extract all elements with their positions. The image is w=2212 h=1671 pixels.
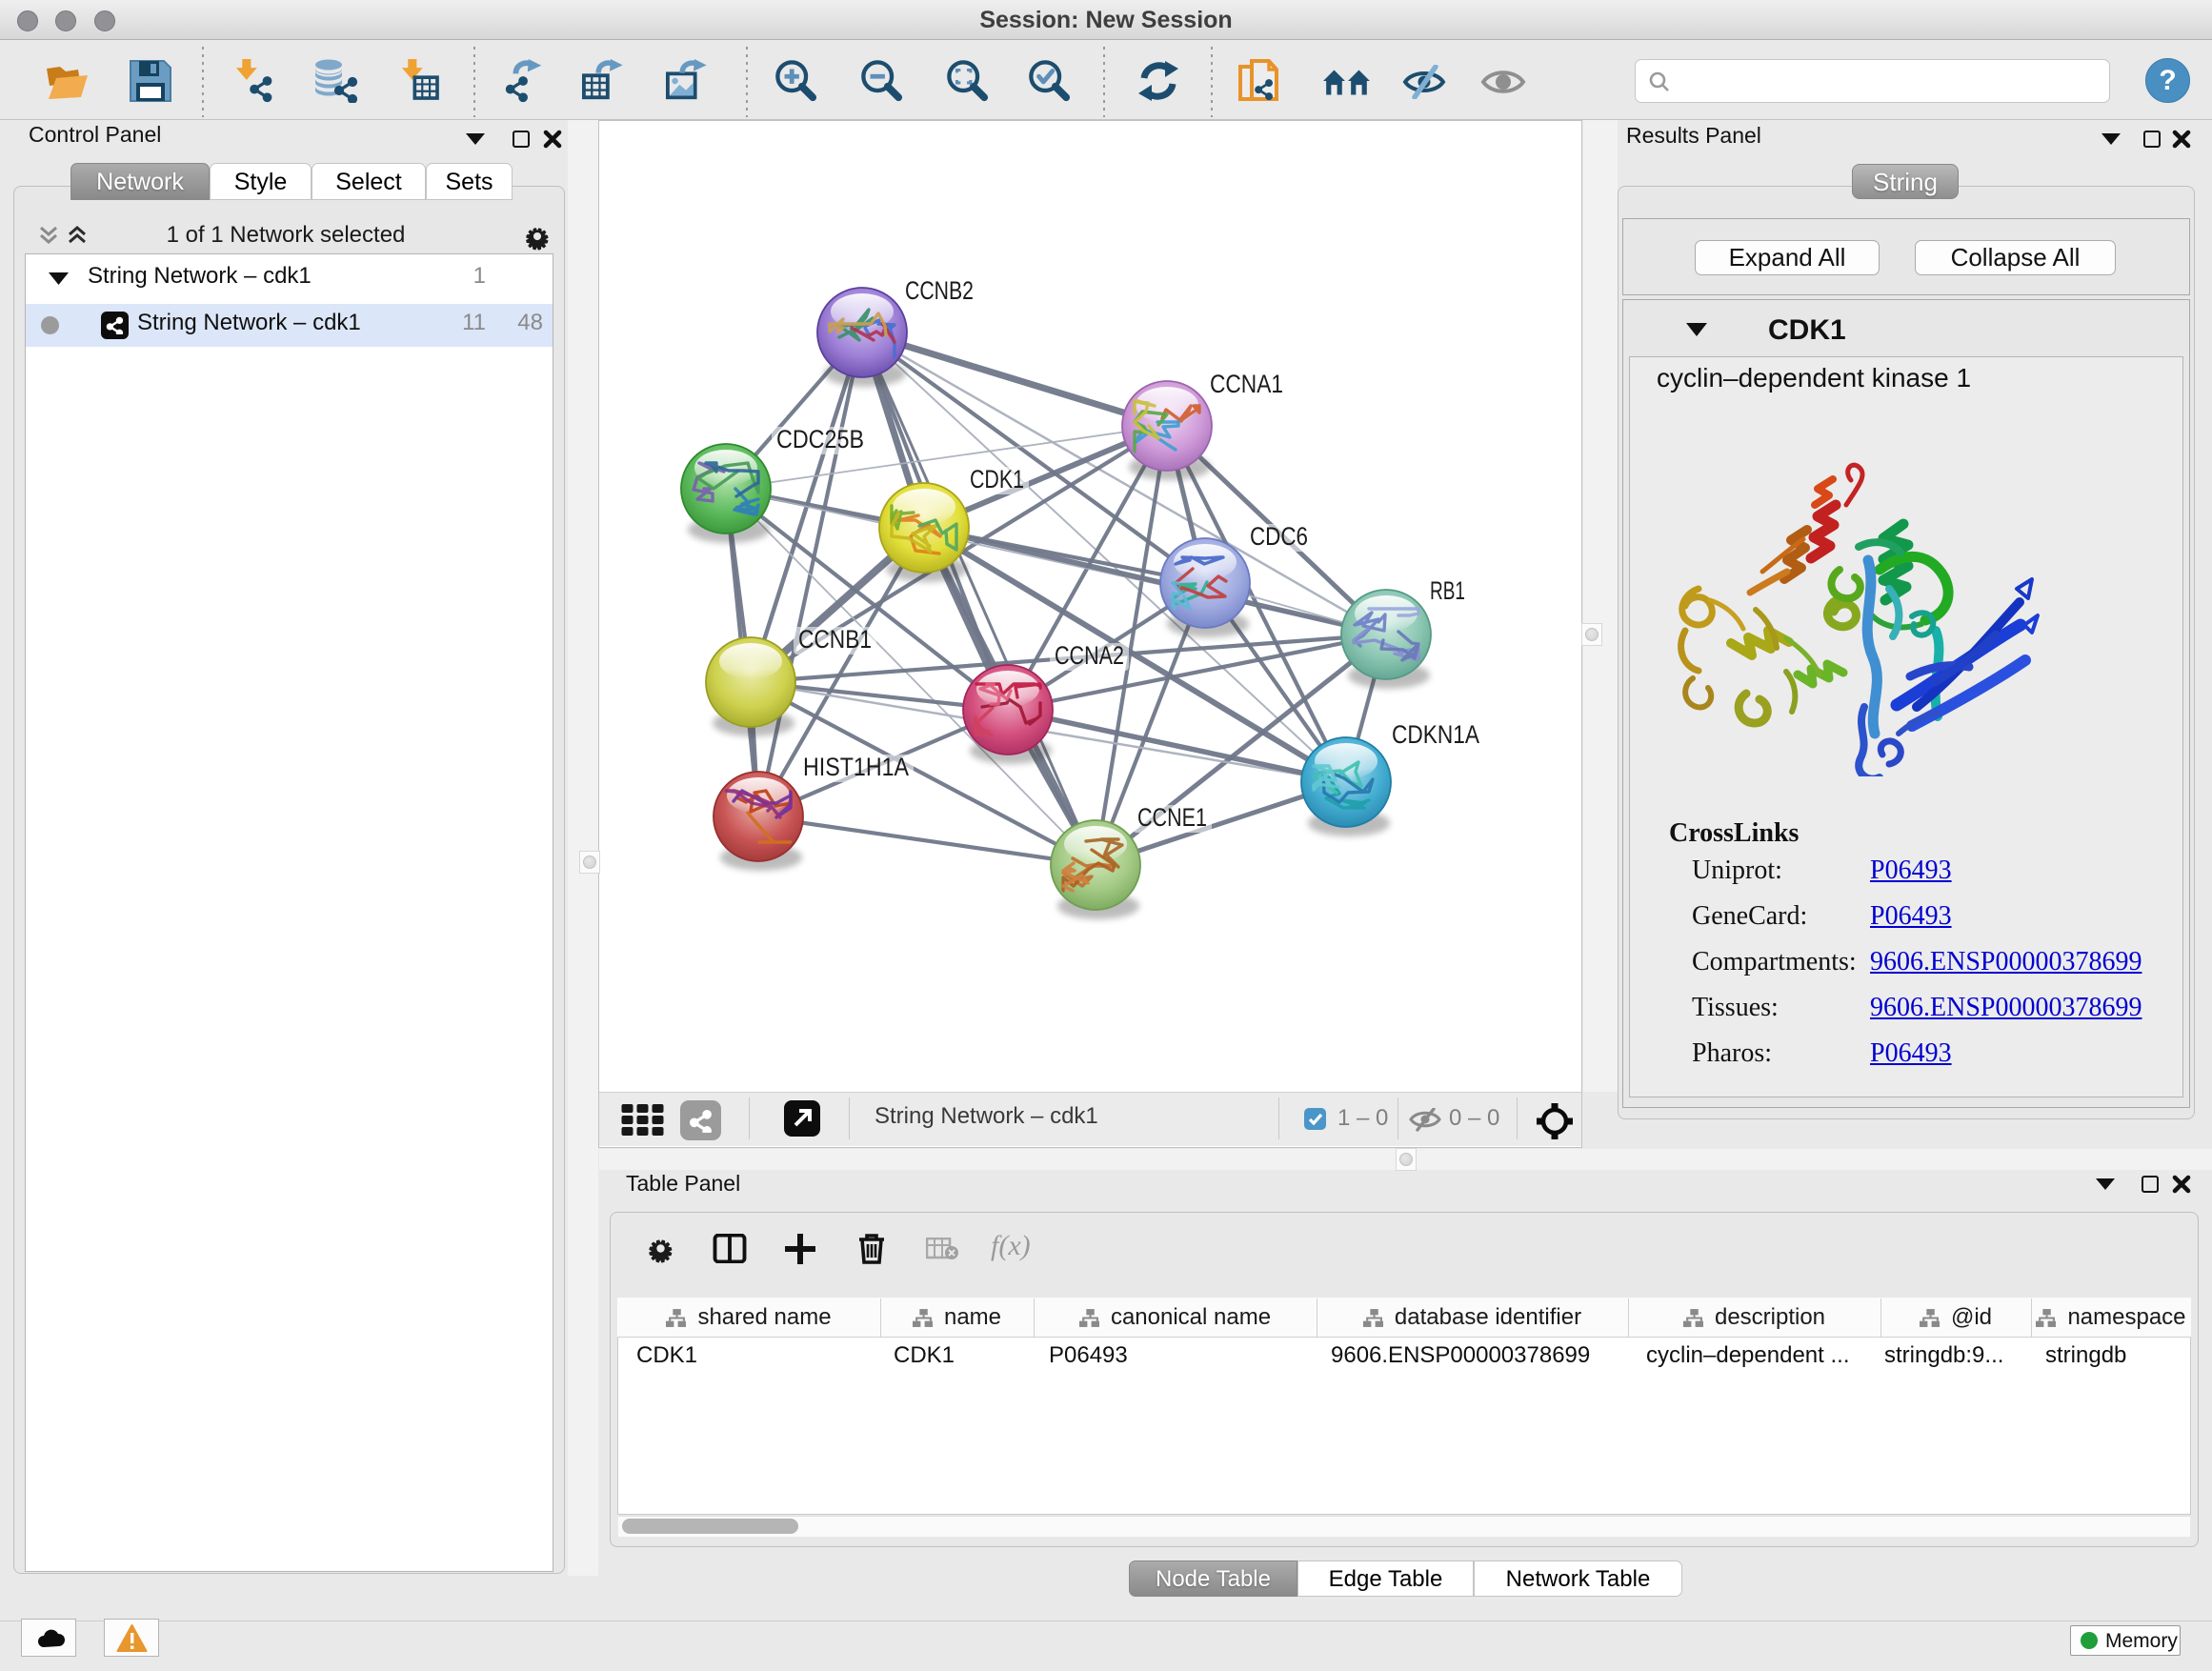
- svg-text:CCNB1: CCNB1: [798, 625, 872, 654]
- svg-text:CDKN1A: CDKN1A: [1392, 720, 1479, 749]
- svg-text:CCNB2: CCNB2: [905, 276, 974, 305]
- svg-text:RB1: RB1: [1430, 576, 1465, 605]
- svg-text:CDC25B: CDC25B: [776, 425, 864, 453]
- svg-text:CCNA2: CCNA2: [1055, 641, 1124, 670]
- svg-text:CCNE1: CCNE1: [1137, 803, 1207, 832]
- svg-text:HIST1H1A: HIST1H1A: [803, 753, 909, 781]
- svg-text:CDC6: CDC6: [1250, 522, 1308, 551]
- svg-text:CDK1: CDK1: [970, 465, 1024, 493]
- svg-text:CCNA1: CCNA1: [1210, 370, 1283, 398]
